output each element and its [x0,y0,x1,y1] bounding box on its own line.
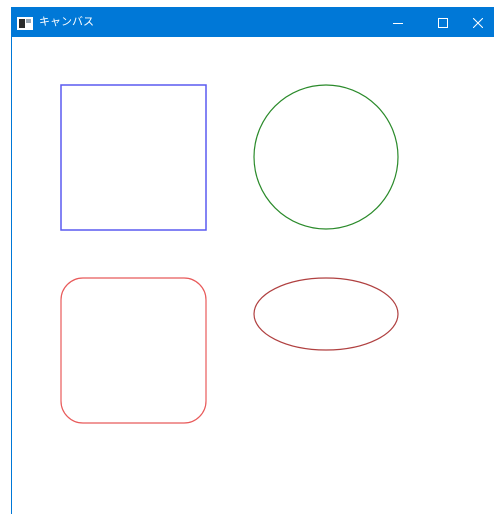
square-shape [60,84,207,231]
ellipse-shape [253,277,399,351]
rounded-rectangle-shape [60,277,207,424]
shapes-layer [60,84,399,424]
circle-shape [253,84,399,230]
